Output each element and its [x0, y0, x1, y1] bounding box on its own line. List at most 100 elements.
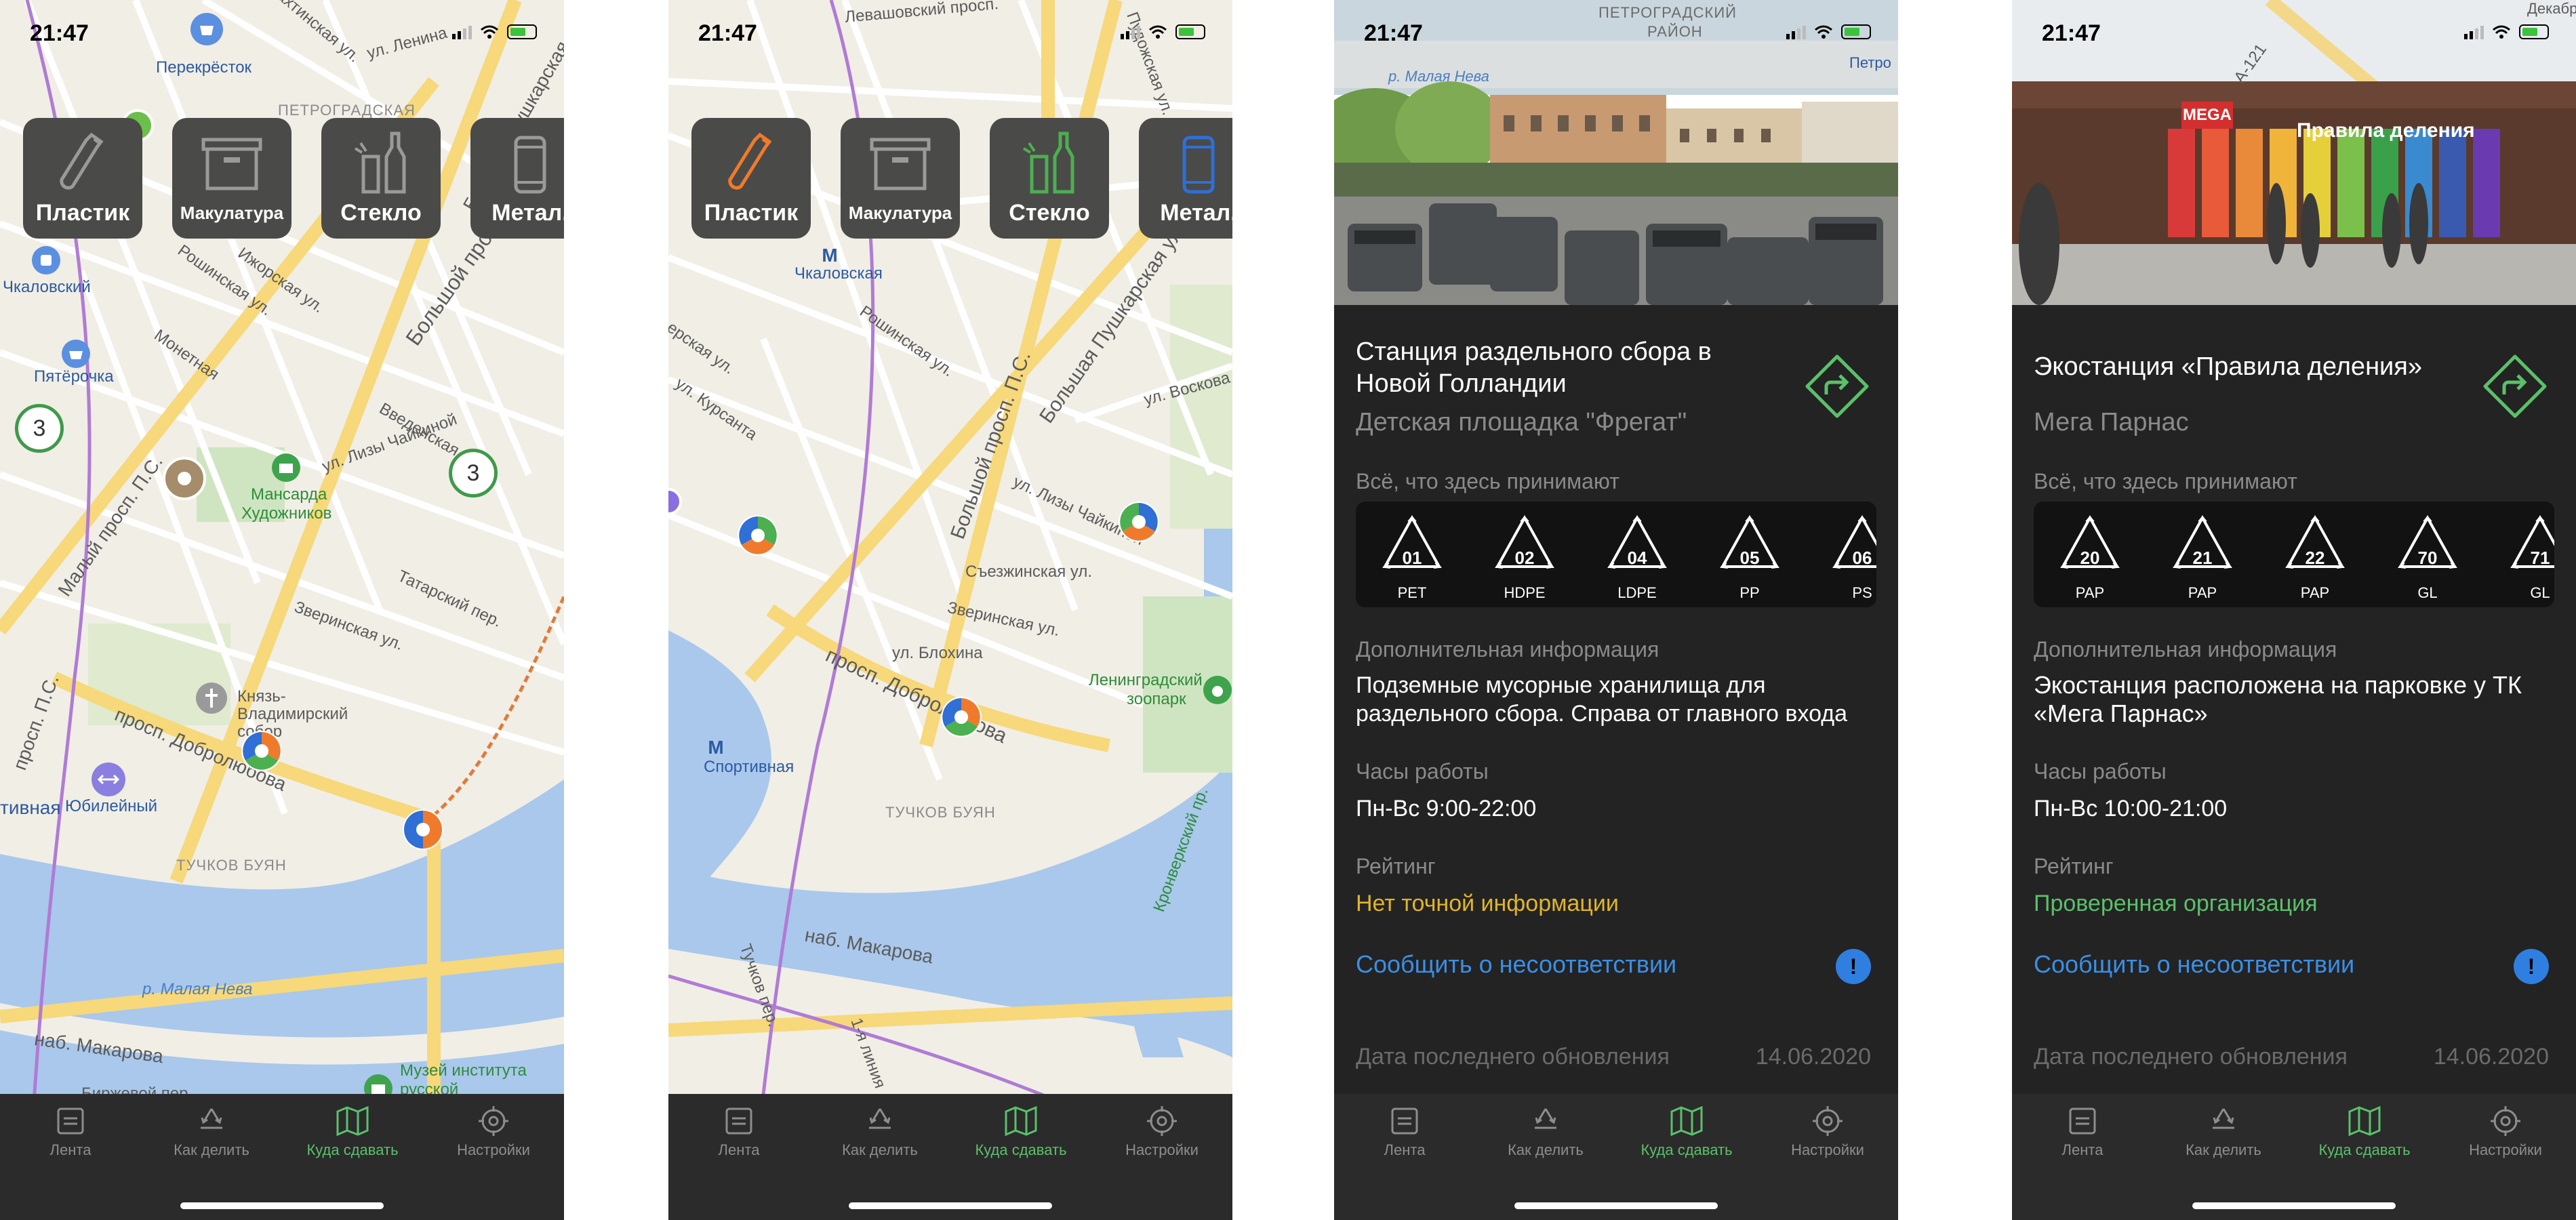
- tab-howto[interactable]: Как делить: [809, 1105, 950, 1186]
- code-number: 05: [1739, 548, 1760, 568]
- tab-label: Куда сдавать: [306, 1141, 399, 1158]
- accepts-label: Всё, что здесь принимают: [2034, 469, 2297, 493]
- report-mismatch-link[interactable]: Сообщить о несоответствии: [1356, 950, 1676, 979]
- tab-label: Настройки: [457, 1141, 530, 1158]
- alert-icon[interactable]: !: [2514, 949, 2549, 984]
- location-subtitle: Мега Парнас: [2034, 408, 2189, 436]
- code-number: 71: [2530, 548, 2550, 568]
- category-chips: Пластик Макулатура Стекло Метал.: [23, 118, 564, 239]
- tab-howto[interactable]: Как делить: [1475, 1105, 1616, 1186]
- tab-label: Настройки: [2469, 1141, 2542, 1158]
- status-time: 21:47: [30, 20, 89, 46]
- recycling-code[interactable]: 06 PS: [1825, 511, 1876, 601]
- multi-recycling-marker[interactable]: [240, 729, 283, 773]
- tab-settings[interactable]: Настройки: [1757, 1105, 1898, 1186]
- cluster-marker[interactable]: 3: [15, 404, 64, 453]
- battery-icon: [2519, 24, 2549, 39]
- recycle-icon: [1535, 1108, 1556, 1129]
- tab-where[interactable]: Куда сдавать: [1616, 1105, 1757, 1186]
- feed-icon: [1391, 1107, 1418, 1135]
- stadium-icon[interactable]: [91, 762, 126, 797]
- chip-label: Пластик: [35, 200, 130, 226]
- multi-recycling-marker[interactable]: [940, 695, 983, 739]
- shop-icon[interactable]: [31, 245, 61, 275]
- accepts-label: Всё, что здесь принимают: [1356, 469, 1619, 493]
- chip-plastic[interactable]: Пластик: [691, 118, 811, 239]
- street-label: Съезжинская ул.: [965, 563, 1093, 581]
- recycle-triangle-icon: [2285, 514, 2345, 569]
- code-number: 01: [1402, 548, 1422, 568]
- chip-metal[interactable]: Метал.: [470, 118, 564, 239]
- tab-bar: Лента Как делить Куда сдавать Настройки: [1334, 1094, 1898, 1220]
- recycling-code[interactable]: 21 PAP: [2165, 511, 2240, 601]
- tab-settings[interactable]: Настройки: [2435, 1105, 2576, 1186]
- signal-icon: [1786, 24, 1806, 39]
- hours-label: Часы работы: [2034, 759, 2167, 784]
- shop-icon[interactable]: [61, 339, 91, 369]
- chip-metal[interactable]: Метал.: [1139, 118, 1232, 239]
- last-updated-label: Дата последнего обновления: [1356, 1044, 1670, 1070]
- chip-paper[interactable]: Макулатура: [172, 118, 291, 239]
- recycling-code[interactable]: 01 PET: [1375, 511, 1449, 601]
- tab-feed[interactable]: Лента: [668, 1105, 809, 1186]
- multi-recycling-marker[interactable]: [1117, 500, 1161, 544]
- chip-plastic[interactable]: Пластик: [23, 118, 142, 239]
- gear-icon: [1147, 1106, 1177, 1136]
- mega-logo: MEGA: [2181, 102, 2233, 129]
- extra-info-text: Подземные мусорные хранилища для раздель…: [1356, 672, 1847, 727]
- metro-icon: M: [822, 245, 837, 266]
- tab-settings[interactable]: Настройки: [1091, 1105, 1232, 1186]
- tab-where[interactable]: Куда сдавать: [2294, 1105, 2435, 1186]
- multi-recycling-marker[interactable]: [401, 808, 445, 851]
- museum-icon[interactable]: [271, 453, 301, 483]
- paper-point-marker[interactable]: [163, 457, 206, 500]
- recycling-code[interactable]: 02 HDPE: [1487, 511, 1562, 601]
- multi-recycling-marker[interactable]: [736, 514, 780, 557]
- poi-label: Владимирский: [237, 705, 348, 723]
- recycling-code[interactable]: 04 LDPE: [1600, 511, 1674, 601]
- chip-glass[interactable]: Стекло: [990, 118, 1109, 239]
- recycling-code[interactable]: 22 PAP: [2278, 511, 2352, 601]
- tab-where[interactable]: Куда сдавать: [950, 1105, 1091, 1186]
- recycling-code[interactable]: 70 GL: [2390, 511, 2465, 601]
- report-mismatch-link[interactable]: Сообщить о несоответствии: [2034, 950, 2354, 979]
- chip-paper[interactable]: Макулатура: [841, 118, 960, 239]
- river-label: р. Малая Нева: [1388, 68, 1489, 85]
- tab-label: Куда сдавать: [1641, 1141, 1733, 1158]
- poi-label: тивная: [0, 797, 61, 818]
- status-bar: 21:47 ПЕТРОГРАДСКИЙ РАЙОН р. Малая Нева …: [1334, 0, 1898, 85]
- cluster-marker[interactable]: 3: [449, 449, 498, 497]
- route-button[interactable]: [2481, 352, 2549, 420]
- recycling-code[interactable]: 71 GL: [2503, 511, 2554, 601]
- route-button[interactable]: [1803, 352, 1871, 420]
- recycling-codes-list[interactable]: 20 PAP 21 PAP 22 PAP 70 GL 71 GL: [2034, 502, 2554, 607]
- phone-screen-detail-1: 21:47 ПЕТРОГРАДСКИЙ РАЙОН р. Малая Нева …: [1334, 0, 1898, 1220]
- tab-feed[interactable]: Лента: [0, 1105, 141, 1186]
- status-bar: 21:47: [668, 0, 1232, 68]
- wifi-icon: [1815, 25, 1832, 39]
- tab-settings[interactable]: Настройки: [423, 1105, 564, 1186]
- tab-howto[interactable]: Как делить: [141, 1105, 282, 1186]
- tab-label: Лента: [49, 1141, 92, 1158]
- recycling-code[interactable]: 05 PP: [1712, 511, 1787, 601]
- recycling-codes-list[interactable]: 01 PET 02 HDPE 04 LDPE 05 PP 06 PS: [1356, 502, 1876, 607]
- recycling-code[interactable]: 20 PAP: [2053, 511, 2127, 601]
- last-updated-label: Дата последнего обновления: [2034, 1044, 2348, 1070]
- tab-bar: Лента Как делить Куда сдавать Настройки: [0, 1094, 564, 1220]
- tab-where[interactable]: Куда сдавать: [282, 1105, 423, 1186]
- code-number: 22: [2305, 548, 2325, 568]
- recycling-point-marker[interactable]: [668, 485, 686, 518]
- tab-feed[interactable]: Лента: [1334, 1105, 1475, 1186]
- zoo-icon[interactable]: [1203, 675, 1232, 705]
- signal-icon: [2464, 24, 2484, 39]
- recycle-triangle-icon: [2510, 514, 2554, 569]
- tab-howto[interactable]: Как делить: [2153, 1105, 2294, 1186]
- church-icon[interactable]: [195, 682, 228, 714]
- chip-glass[interactable]: Стекло: [321, 118, 441, 239]
- home-indicator: [849, 1202, 1052, 1209]
- plastic-bottle-icon: [728, 132, 772, 190]
- wifi-icon: [1149, 25, 1167, 39]
- box-icon: [201, 138, 262, 190]
- tab-feed[interactable]: Лента: [2012, 1105, 2153, 1186]
- alert-icon[interactable]: !: [1836, 949, 1871, 984]
